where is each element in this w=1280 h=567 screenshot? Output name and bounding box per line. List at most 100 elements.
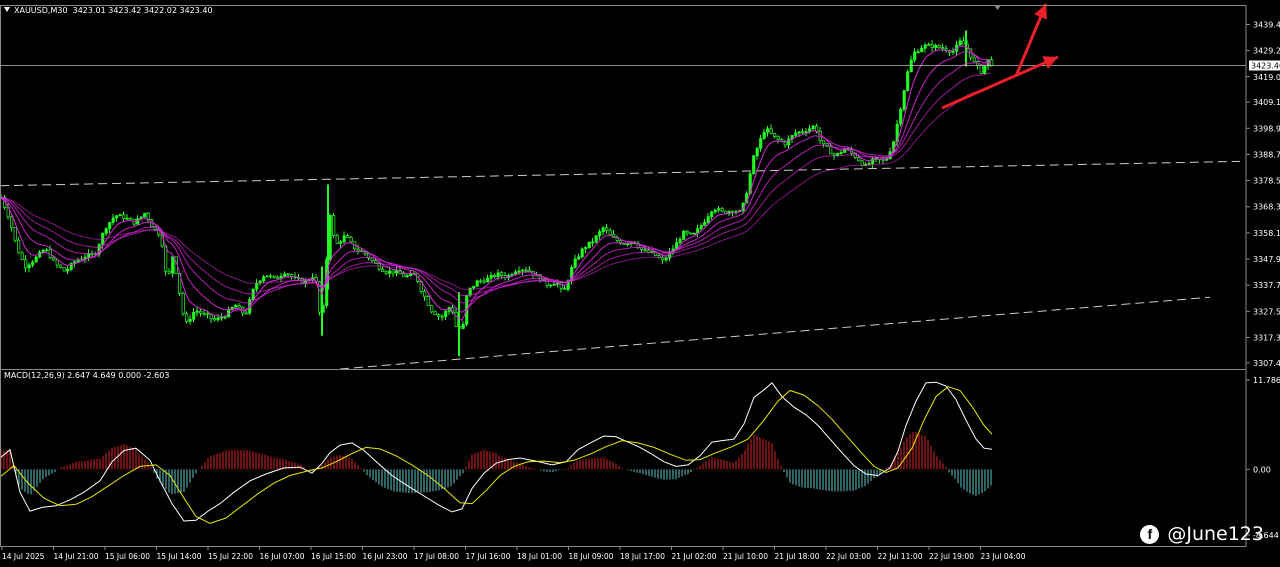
candle-body — [951, 50, 955, 53]
y-tick-label: 3337.70 — [1253, 281, 1280, 290]
candle — [381, 266, 385, 273]
candle-body — [605, 227, 609, 231]
candle-body — [563, 288, 567, 290]
candle-body — [479, 280, 483, 283]
candle — [584, 246, 588, 254]
macd-panel — [0, 381, 993, 524]
candle-body — [430, 305, 434, 313]
candle-body — [216, 317, 220, 321]
candle — [461, 321, 465, 330]
candle — [923, 42, 927, 53]
macd-y-tick-label: 11.786 — [1253, 376, 1280, 385]
candle — [118, 213, 122, 217]
candle — [762, 128, 766, 140]
candle-body — [195, 310, 199, 313]
candle-body — [822, 140, 826, 145]
candle-body — [941, 47, 945, 50]
candle — [671, 244, 675, 256]
candle — [811, 124, 815, 131]
candle-body — [962, 40, 966, 45]
candle — [17, 237, 21, 254]
candle-body — [983, 65, 987, 74]
candle — [759, 134, 763, 152]
candle — [787, 135, 791, 149]
candle-body — [143, 212, 147, 218]
candle — [391, 270, 395, 277]
candle — [731, 210, 735, 217]
trendline[interactable] — [339, 296, 1211, 370]
candle — [220, 313, 224, 322]
candle-body — [776, 136, 780, 140]
candle — [591, 238, 595, 247]
candle-body — [916, 51, 920, 54]
moving-average-line — [0, 51, 991, 313]
candle-body — [661, 257, 665, 261]
candle — [755, 146, 759, 160]
x-tick-label: 23 Jul 04:00 — [981, 552, 1026, 561]
x-tick-label: 21 Jul 18:00 — [775, 552, 820, 561]
candle-body — [164, 245, 168, 272]
candle-body — [41, 250, 45, 253]
candle-body — [62, 267, 66, 272]
candle — [601, 226, 605, 236]
candle — [384, 270, 388, 276]
candle — [213, 315, 217, 322]
candle — [909, 55, 913, 73]
candle — [440, 313, 444, 321]
candle-body — [444, 310, 448, 317]
candle — [801, 128, 805, 135]
candle-body — [391, 270, 395, 274]
trendline[interactable] — [0, 160, 1241, 187]
candle-body — [500, 272, 504, 277]
x-tick-label: 22 Jul 11:00 — [878, 552, 923, 561]
y-tick-label: 3429.20 — [1253, 47, 1280, 56]
candle — [692, 232, 696, 235]
candle-body — [437, 314, 441, 317]
candle-body — [185, 313, 189, 322]
candle-body — [472, 285, 476, 289]
candle — [265, 275, 269, 278]
y-tick-label: 3419.00 — [1253, 73, 1280, 82]
candle-body — [773, 133, 777, 138]
candle-body — [839, 152, 843, 154]
candle — [598, 229, 602, 240]
x-tick-label: 16 Jul 15:00 — [311, 552, 356, 561]
candle-body — [755, 148, 759, 157]
candle-body — [909, 59, 913, 73]
x-tick-label: 15 Jul 06:00 — [105, 552, 150, 561]
candle — [437, 313, 441, 320]
candle — [423, 288, 427, 301]
candle — [493, 273, 497, 279]
candle-body — [517, 270, 521, 273]
candle-body — [328, 215, 332, 260]
candle-body — [237, 304, 241, 308]
candle-body — [524, 269, 528, 272]
candle — [83, 253, 87, 264]
candle-body — [115, 215, 119, 219]
candle — [573, 254, 577, 269]
candle — [839, 149, 843, 156]
candle — [129, 217, 133, 220]
dropdown-triangle-icon[interactable] — [4, 7, 10, 12]
candle-body — [958, 40, 962, 46]
candle — [927, 42, 931, 46]
candle — [528, 266, 532, 272]
facebook-icon: f — [1140, 524, 1160, 544]
candle-body — [913, 51, 917, 61]
candle-body — [234, 304, 238, 308]
candle — [559, 281, 563, 293]
x-tick-label: 22 Jul 03:00 — [826, 552, 871, 561]
candle — [20, 250, 24, 261]
candle — [972, 54, 976, 63]
candle — [272, 275, 276, 279]
candle-body — [930, 44, 934, 48]
candle-body — [706, 216, 710, 223]
candle — [24, 255, 28, 273]
candle — [328, 213, 332, 264]
candle — [937, 44, 941, 49]
candle — [822, 140, 826, 148]
candle — [269, 273, 273, 279]
candle — [59, 264, 63, 269]
x-tick-label: 14 Jul 2025 — [2, 552, 45, 561]
candle-body — [591, 241, 595, 244]
